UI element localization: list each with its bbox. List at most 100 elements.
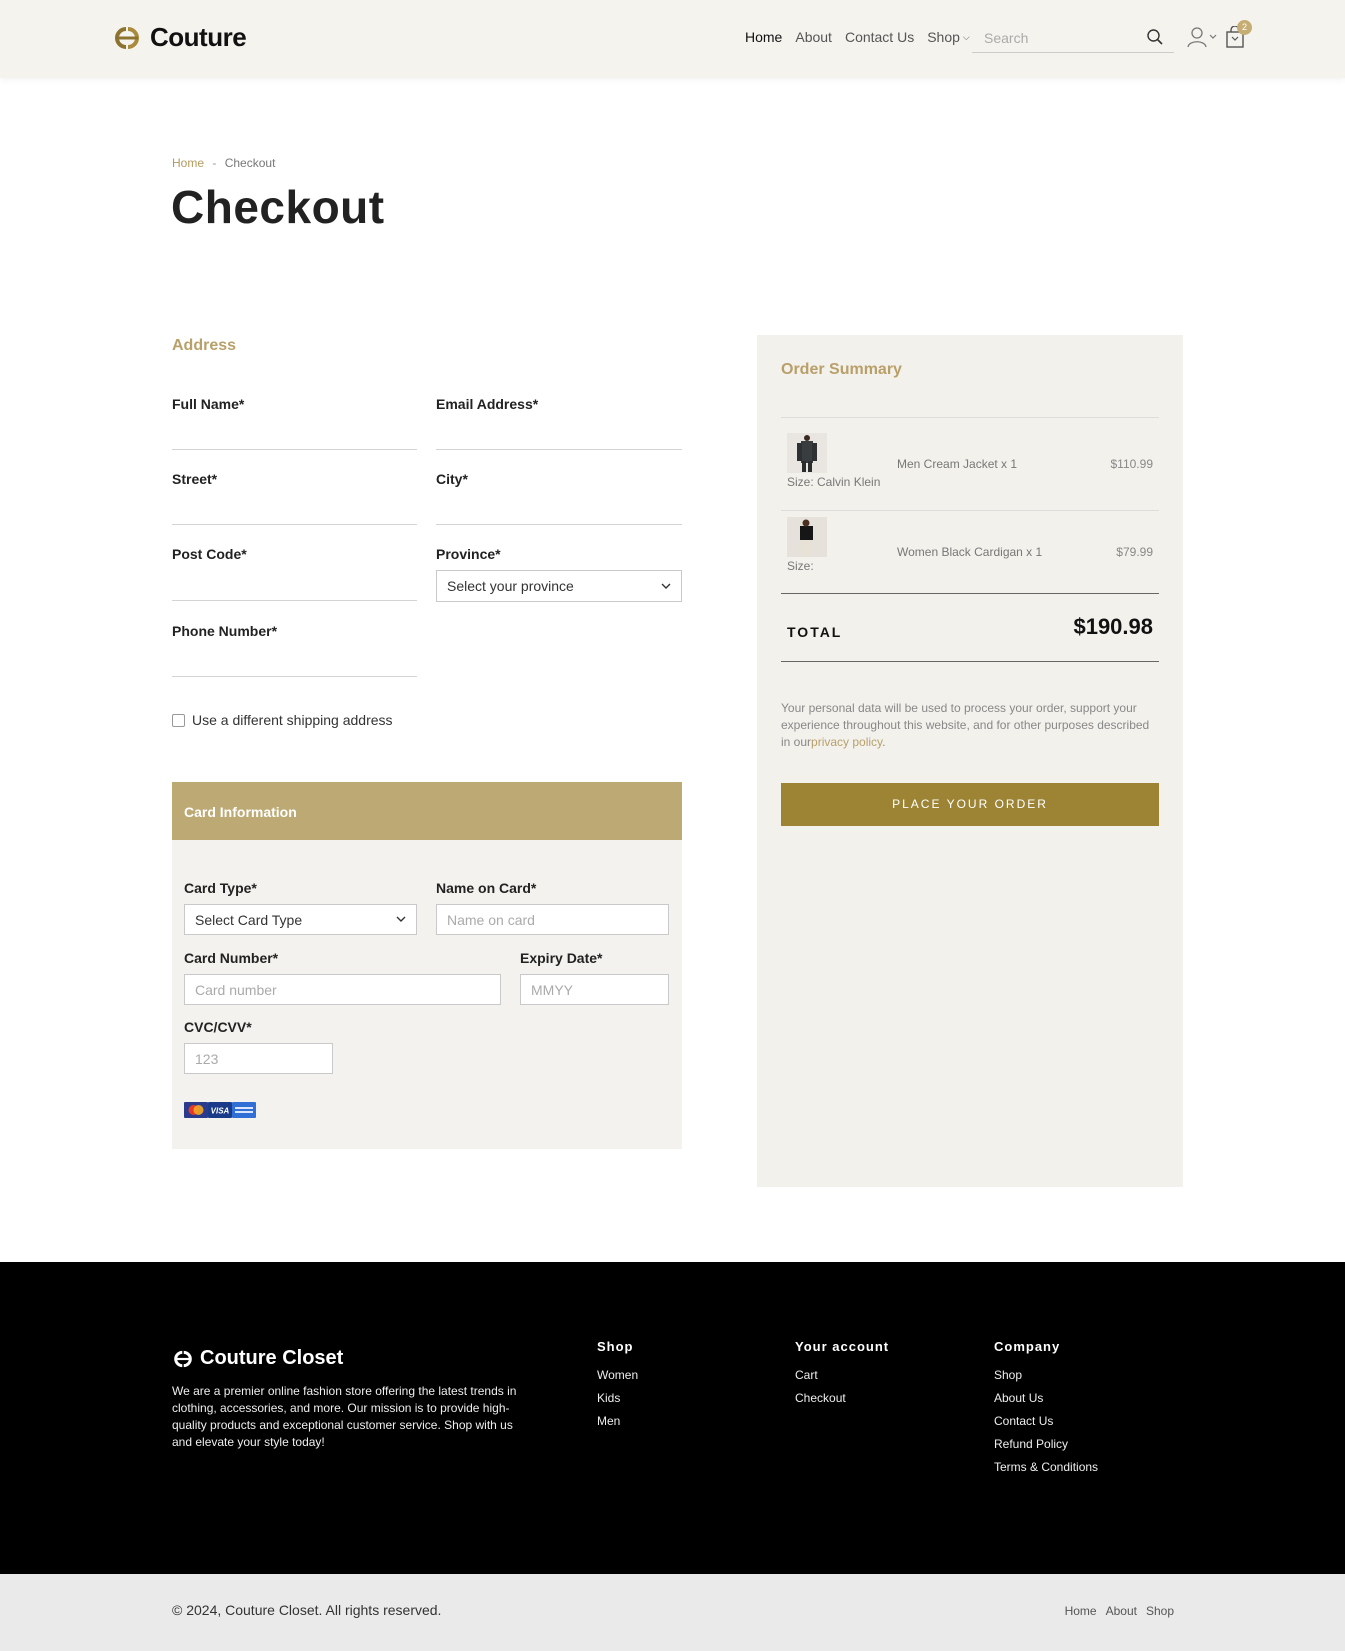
chevron-down-icon bbox=[1209, 34, 1217, 39]
logo-mark-icon bbox=[174, 1350, 192, 1367]
nav-shop-label: Shop bbox=[927, 29, 960, 45]
logo[interactable]: Couture bbox=[112, 22, 247, 53]
footer-link-women[interactable]: Women bbox=[597, 1368, 638, 1384]
main-nav: Home About Contact Us Shop ⌵ bbox=[745, 29, 983, 45]
different-shipping-checkbox[interactable] bbox=[172, 713, 185, 727]
search-input[interactable] bbox=[972, 24, 1137, 52]
email-label: Email Address* bbox=[436, 396, 539, 412]
search-icon[interactable] bbox=[1146, 28, 1164, 46]
nav-about[interactable]: About bbox=[795, 29, 832, 45]
item-name: Women Black Cardigan x 1 bbox=[897, 545, 1043, 559]
footer-link-shop[interactable]: Shop bbox=[994, 1368, 1098, 1384]
account-menu[interactable] bbox=[1187, 26, 1217, 48]
street-input[interactable] bbox=[172, 517, 417, 547]
expiry-date-label: Expiry Date* bbox=[520, 950, 603, 966]
mastercard-icon bbox=[184, 1102, 208, 1118]
chevron-down-icon bbox=[396, 916, 406, 922]
phone-field bbox=[172, 669, 417, 699]
expiry-date-input[interactable] bbox=[520, 974, 669, 1005]
breadcrumb-home[interactable]: Home bbox=[172, 156, 204, 170]
item-size: Size: Calvin Klein bbox=[787, 475, 881, 489]
product-thumbnail[interactable] bbox=[787, 517, 827, 557]
card-type-label: Card Type* bbox=[184, 880, 257, 896]
email-field bbox=[436, 442, 682, 472]
user-icon bbox=[1187, 27, 1207, 48]
name-on-card-input[interactable] bbox=[436, 904, 669, 935]
footer-company-column: Company Shop About Us Contact Us Refund … bbox=[994, 1339, 1098, 1483]
footer-about-text: We are a premier online fashion store of… bbox=[172, 1384, 517, 1449]
post-code-input[interactable] bbox=[172, 593, 417, 623]
privacy-policy-link[interactable]: privacy policy bbox=[811, 735, 882, 749]
bottom-bar: © 2024, Couture Closet. All rights reser… bbox=[0, 1574, 1345, 1651]
item-size: Size: bbox=[787, 559, 814, 573]
email-input[interactable] bbox=[436, 442, 682, 472]
footer-link-about-us[interactable]: About Us bbox=[994, 1391, 1098, 1407]
different-shipping-label: Use a different shipping address bbox=[192, 712, 393, 728]
footer-column-title: Your account bbox=[795, 1339, 890, 1354]
card-type-select[interactable]: Select Card Type bbox=[184, 904, 417, 935]
footer-brand-name: Couture Closet bbox=[200, 1347, 344, 1369]
different-shipping-option[interactable]: Use a different shipping address bbox=[172, 712, 393, 728]
footer-link-refund-policy[interactable]: Refund Policy bbox=[994, 1437, 1098, 1453]
card-information-panel: Card Information Card Type* Select Card … bbox=[172, 782, 682, 1149]
footer-link-checkout[interactable]: Checkout bbox=[795, 1391, 889, 1407]
full-name-input[interactable] bbox=[172, 442, 417, 472]
phone-input[interactable] bbox=[172, 669, 417, 699]
search-bar bbox=[972, 24, 1174, 53]
city-input[interactable] bbox=[436, 517, 682, 547]
bottom-link-shop[interactable]: Shop bbox=[1146, 1604, 1174, 1618]
place-order-button[interactable]: PLACE YOUR ORDER bbox=[781, 783, 1159, 826]
site-header: Couture Home About Contact Us Shop ⌵ 2 bbox=[0, 0, 1345, 78]
divider bbox=[781, 510, 1159, 511]
payment-icons: VISA bbox=[184, 1102, 256, 1118]
name-on-card-label: Name on Card* bbox=[436, 880, 537, 896]
divider bbox=[781, 661, 1159, 662]
total-label: TOTAL bbox=[787, 624, 843, 640]
footer-account-column: Your account Cart Checkout bbox=[795, 1339, 889, 1414]
footer-link-cart[interactable]: Cart bbox=[795, 1368, 889, 1384]
footer-column-title: Company bbox=[994, 1339, 1061, 1354]
item-price: $110.99 bbox=[1110, 457, 1154, 471]
card-information-header: Card Information bbox=[172, 782, 682, 840]
item-name: Men Cream Jacket x 1 bbox=[897, 457, 1018, 471]
street-label: Street* bbox=[172, 471, 218, 487]
city-label: City* bbox=[436, 471, 468, 487]
amex-icon bbox=[232, 1102, 256, 1118]
nav-home[interactable]: Home bbox=[745, 29, 782, 45]
nav-contact-us[interactable]: Contact Us bbox=[845, 29, 914, 45]
breadcrumb-current: Checkout bbox=[224, 156, 276, 170]
footer-link-men[interactable]: Men bbox=[597, 1414, 638, 1430]
nav-shop[interactable]: Shop ⌵ bbox=[927, 29, 970, 45]
footer-link-kids[interactable]: Kids bbox=[597, 1391, 638, 1407]
cvc-input[interactable] bbox=[184, 1043, 333, 1074]
city-field bbox=[436, 517, 682, 547]
page-title: Checkout bbox=[171, 181, 385, 233]
address-section-title: Address bbox=[172, 337, 237, 354]
full-name-label: Full Name* bbox=[172, 396, 245, 412]
logo-mark-icon bbox=[115, 26, 139, 49]
province-label: Province* bbox=[436, 546, 501, 562]
footer-brand[interactable]: Couture Closet bbox=[172, 1347, 343, 1370]
divider bbox=[781, 417, 1159, 418]
bottom-nav: Home About Shop bbox=[1056, 1604, 1174, 1618]
chevron-down-icon bbox=[661, 583, 671, 589]
total-value: $190.98 bbox=[1073, 614, 1153, 639]
footer-link-terms[interactable]: Terms & Conditions bbox=[994, 1460, 1098, 1476]
card-number-label: Card Number* bbox=[184, 950, 279, 966]
footer-column-title: Shop bbox=[597, 1339, 634, 1354]
site-footer: Couture Closet We are a premier online f… bbox=[0, 1262, 1345, 1574]
footer-shop-column: Shop Women Kids Men bbox=[597, 1339, 638, 1437]
cart-count-badge: 2 bbox=[1237, 20, 1252, 35]
product-thumbnail[interactable] bbox=[787, 433, 827, 473]
privacy-notice-end: . bbox=[882, 735, 886, 749]
order-summary-title: Order Summary bbox=[781, 361, 902, 378]
footer-link-contact-us[interactable]: Contact Us bbox=[994, 1414, 1098, 1430]
province-select[interactable]: Select your province bbox=[436, 570, 682, 602]
bottom-link-home[interactable]: Home bbox=[1065, 1604, 1097, 1618]
card-number-input[interactable] bbox=[184, 974, 501, 1005]
cvc-label: CVC/CVV* bbox=[184, 1019, 252, 1035]
province-select-value: Select your province bbox=[447, 578, 574, 594]
bottom-link-about[interactable]: About bbox=[1106, 1604, 1137, 1618]
breadcrumb: Home - Checkout bbox=[172, 156, 275, 170]
chevron-down-icon: ⌵ bbox=[962, 31, 970, 42]
